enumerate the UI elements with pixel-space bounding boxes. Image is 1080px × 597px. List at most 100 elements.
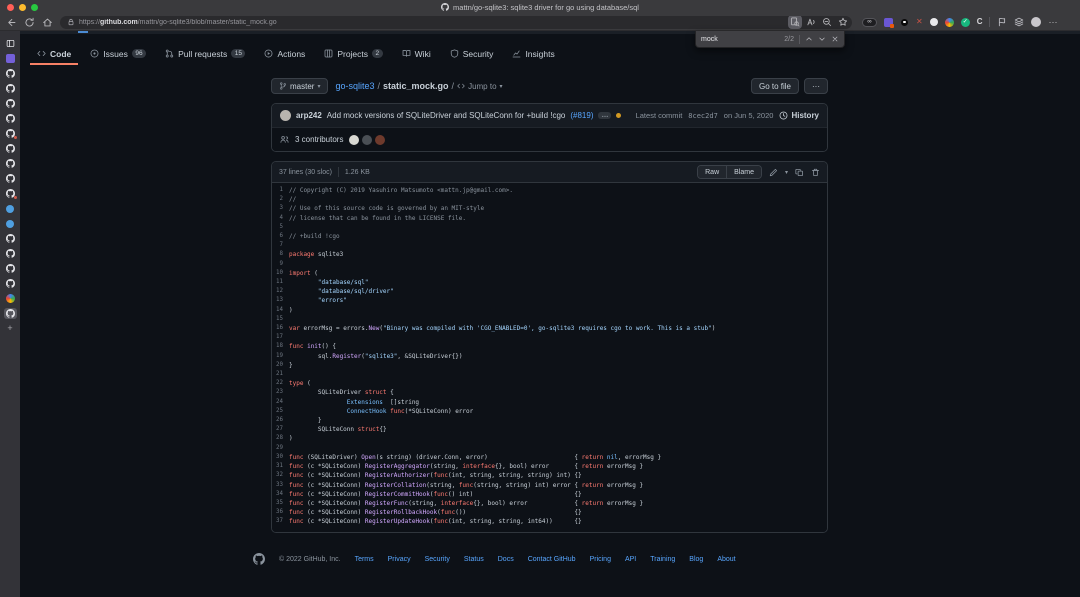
- footer-link-docs[interactable]: Docs: [498, 556, 514, 563]
- line-number[interactable]: 16: [272, 324, 289, 333]
- home-icon[interactable]: [42, 17, 53, 28]
- refresh-icon[interactable]: [24, 17, 35, 28]
- browser-tab-github[interactable]: [4, 263, 17, 274]
- footer-link-terms[interactable]: Terms: [355, 556, 374, 563]
- chevron-down-icon[interactable]: ▾: [785, 169, 788, 176]
- find-on-page-icon[interactable]: [790, 17, 800, 27]
- address-bar[interactable]: https://github.com/mattn/go-sqlite3/blob…: [60, 16, 852, 29]
- repo-tab-projects[interactable]: Projects2: [317, 44, 389, 65]
- line-number[interactable]: 34: [272, 490, 289, 499]
- extension-icon[interactable]: [945, 18, 954, 27]
- line-number[interactable]: 5: [272, 223, 289, 232]
- line-number[interactable]: 37: [272, 517, 289, 526]
- footer-link-privacy[interactable]: Privacy: [388, 556, 411, 563]
- repo-tab-issues[interactable]: Issues96: [83, 44, 153, 65]
- line-number[interactable]: 23: [272, 388, 289, 397]
- line-number[interactable]: 24: [272, 398, 289, 407]
- browser-tab-github[interactable]: [4, 113, 17, 124]
- line-number[interactable]: 20: [272, 361, 289, 370]
- line-number[interactable]: 17: [272, 333, 289, 342]
- footer-link-training[interactable]: Training: [650, 556, 675, 563]
- find-bar[interactable]: mock 2/2: [695, 31, 845, 48]
- line-number[interactable]: 27: [272, 425, 289, 434]
- line-number[interactable]: 25: [272, 407, 289, 416]
- collections-flag-icon[interactable]: [997, 17, 1007, 27]
- find-next-icon[interactable]: [818, 35, 826, 43]
- contributor-avatar[interactable]: [362, 135, 372, 145]
- line-number[interactable]: 29: [272, 444, 289, 453]
- line-number[interactable]: 14: [272, 306, 289, 315]
- extension-icon[interactable]: ∞: [862, 18, 877, 27]
- line-number[interactable]: 13: [272, 296, 289, 305]
- line-number[interactable]: 21: [272, 370, 289, 379]
- extension-icon[interactable]: [884, 18, 893, 27]
- browser-tab-github-active[interactable]: [4, 308, 17, 319]
- browser-menu-icon[interactable]: ⋯: [1048, 17, 1058, 28]
- line-number[interactable]: 11: [272, 278, 289, 287]
- line-number[interactable]: 2: [272, 195, 289, 204]
- line-number[interactable]: 15: [272, 315, 289, 324]
- browser-tab-github[interactable]: [4, 248, 17, 259]
- contributor-avatar[interactable]: [375, 135, 385, 145]
- extension-icon[interactable]: ✓: [961, 18, 970, 27]
- line-number[interactable]: 18: [272, 342, 289, 351]
- line-number[interactable]: 1: [272, 186, 289, 195]
- lock-icon[interactable]: [67, 18, 75, 26]
- layers-icon[interactable]: [1014, 17, 1024, 27]
- line-number[interactable]: 6: [272, 232, 289, 241]
- go-to-file-button[interactable]: Go to file: [751, 78, 799, 94]
- line-number[interactable]: 10: [272, 269, 289, 278]
- raw-button[interactable]: Raw: [698, 166, 726, 178]
- line-number[interactable]: 3: [272, 204, 289, 213]
- footer-link-security[interactable]: Security: [425, 556, 450, 563]
- branch-selector-button[interactable]: master ▾: [271, 78, 328, 94]
- line-number[interactable]: 32: [272, 471, 289, 480]
- blame-button[interactable]: Blame: [726, 166, 761, 178]
- browser-tab-go-blue[interactable]: [4, 218, 17, 229]
- new-tab-button[interactable]: +: [4, 323, 17, 334]
- back-icon[interactable]: [6, 17, 17, 28]
- browser-tab-github[interactable]: [4, 278, 17, 289]
- extension-icon[interactable]: [930, 18, 938, 26]
- breadcrumb-repo-link[interactable]: go-sqlite3: [335, 81, 374, 91]
- repo-tab-code[interactable]: Code: [30, 44, 78, 65]
- footer-link-status[interactable]: Status: [464, 556, 484, 563]
- browser-tab-github[interactable]: [4, 233, 17, 244]
- browser-tab-github[interactable]: [4, 158, 17, 169]
- line-number[interactable]: 35: [272, 499, 289, 508]
- line-number[interactable]: 12: [272, 287, 289, 296]
- footer-link-api[interactable]: API: [625, 556, 636, 563]
- repo-tab-pull-requests[interactable]: Pull requests15: [158, 44, 252, 65]
- commit-hash-link[interactable]: 8cec2d7: [688, 112, 718, 120]
- commit-pr-link[interactable]: (#819): [570, 111, 593, 120]
- commit-author[interactable]: arp242: [296, 111, 322, 120]
- browser-tab-tab-overview[interactable]: [4, 38, 17, 49]
- commit-ellipsis-badge[interactable]: …: [598, 112, 611, 119]
- footer-link-about[interactable]: About: [717, 556, 735, 563]
- extension-icon[interactable]: ✕: [916, 18, 923, 26]
- browser-tab-github[interactable]: [4, 83, 17, 94]
- footer-link-pricing[interactable]: Pricing: [590, 556, 611, 563]
- more-options-button[interactable]: ···: [804, 78, 828, 94]
- delete-trash-icon[interactable]: [811, 168, 820, 177]
- line-number[interactable]: 26: [272, 416, 289, 425]
- profile-avatar[interactable]: [1031, 17, 1041, 27]
- browser-tab-rainbow[interactable]: [4, 293, 17, 304]
- browser-tab-github[interactable]: [4, 173, 17, 184]
- commit-status-dot[interactable]: [616, 113, 621, 118]
- line-number[interactable]: 9: [272, 260, 289, 269]
- commit-author-avatar[interactable]: [280, 110, 291, 121]
- line-number[interactable]: 36: [272, 508, 289, 517]
- find-query-input[interactable]: mock: [701, 36, 779, 43]
- repo-tab-insights[interactable]: Insights: [505, 44, 561, 65]
- browser-tab-go-blue[interactable]: [4, 203, 17, 214]
- repo-tab-security[interactable]: Security: [443, 44, 501, 65]
- footer-link-blog[interactable]: Blog: [689, 556, 703, 563]
- copy-icon[interactable]: [795, 168, 804, 177]
- favorite-star-icon[interactable]: [838, 17, 848, 27]
- line-number[interactable]: 28: [272, 434, 289, 443]
- line-number[interactable]: 31: [272, 462, 289, 471]
- extension-icon[interactable]: C: [977, 18, 983, 26]
- line-number[interactable]: 30: [272, 453, 289, 462]
- browser-tab-app-purple[interactable]: [4, 53, 17, 64]
